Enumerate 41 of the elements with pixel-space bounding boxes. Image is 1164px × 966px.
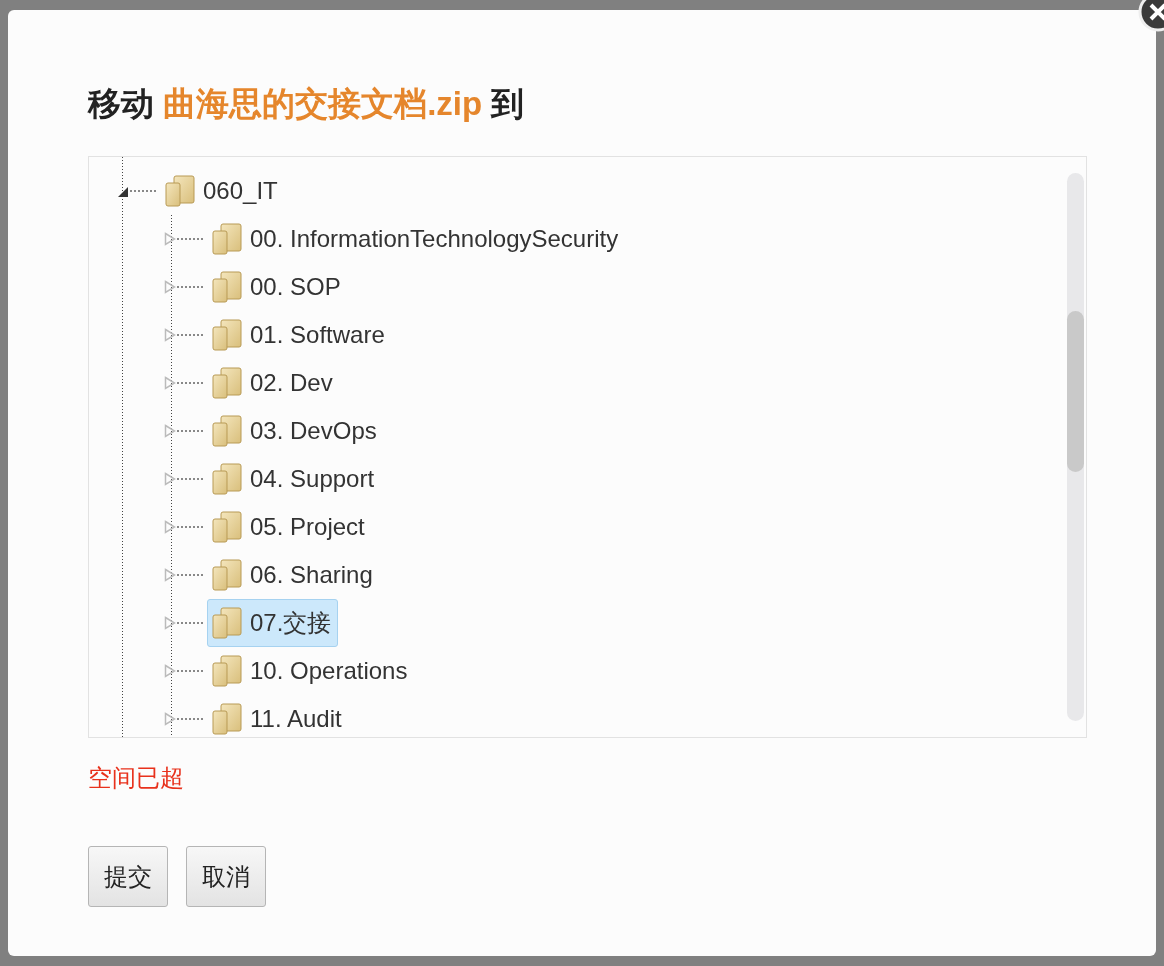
expand-icon[interactable] bbox=[164, 280, 176, 294]
folder-tree-item[interactable]: 06. Sharing bbox=[207, 551, 380, 599]
scrollbar-track[interactable] bbox=[1067, 173, 1084, 721]
folder-tree-item[interactable]: 07.交接 bbox=[207, 599, 339, 647]
expand-icon[interactable] bbox=[164, 424, 176, 438]
folder-icon bbox=[212, 463, 242, 495]
folder-tree-item[interactable]: 10. Operations bbox=[207, 647, 415, 695]
folder-icon bbox=[212, 607, 242, 639]
folder-tree-item[interactable]: 060_IT bbox=[160, 167, 285, 215]
folder-tree-item[interactable]: 11. Audit bbox=[207, 695, 349, 737]
folder-icon bbox=[212, 271, 242, 303]
folder-icon bbox=[212, 559, 242, 591]
folder-icon bbox=[165, 175, 195, 207]
dialog-title: 移动 曲海思的交接文档.zip 到 bbox=[88, 84, 526, 124]
folder-icon bbox=[212, 703, 242, 735]
folder-icon bbox=[212, 223, 242, 255]
expand-icon[interactable] bbox=[164, 568, 176, 582]
folder-icon bbox=[212, 415, 242, 447]
expand-icon[interactable] bbox=[164, 328, 176, 342]
dialog-button[interactable]: 取消 bbox=[186, 846, 266, 907]
error-message: 空间已超 bbox=[88, 763, 185, 793]
folder-tree-item[interactable]: 02. Dev bbox=[207, 359, 340, 407]
scrollbar-thumb[interactable] bbox=[1067, 311, 1084, 472]
expand-icon[interactable] bbox=[164, 472, 176, 486]
folder-icon bbox=[212, 511, 242, 543]
expand-icon[interactable] bbox=[164, 616, 176, 630]
expand-icon[interactable] bbox=[164, 664, 176, 678]
folder-tree-item[interactable]: 00. SOP bbox=[207, 263, 348, 311]
expand-icon[interactable] bbox=[164, 712, 176, 726]
folder-tree-item[interactable]: 01. Software bbox=[207, 311, 392, 359]
expand-icon[interactable] bbox=[164, 520, 176, 534]
expand-icon[interactable] bbox=[164, 232, 176, 246]
expand-icon[interactable] bbox=[164, 376, 176, 390]
folder-tree-item[interactable]: 04. Support bbox=[207, 455, 382, 503]
dialog-button[interactable]: 提交 bbox=[88, 846, 168, 907]
folder-tree-item[interactable]: 00. InformationTechnologySecurity bbox=[207, 215, 626, 263]
folder-tree-item[interactable]: 03. DevOps bbox=[207, 407, 384, 455]
folder-icon bbox=[212, 319, 242, 351]
folder-icon bbox=[212, 655, 242, 687]
folder-icon bbox=[212, 367, 242, 399]
folder-tree-item[interactable]: 05. Project bbox=[207, 503, 372, 551]
